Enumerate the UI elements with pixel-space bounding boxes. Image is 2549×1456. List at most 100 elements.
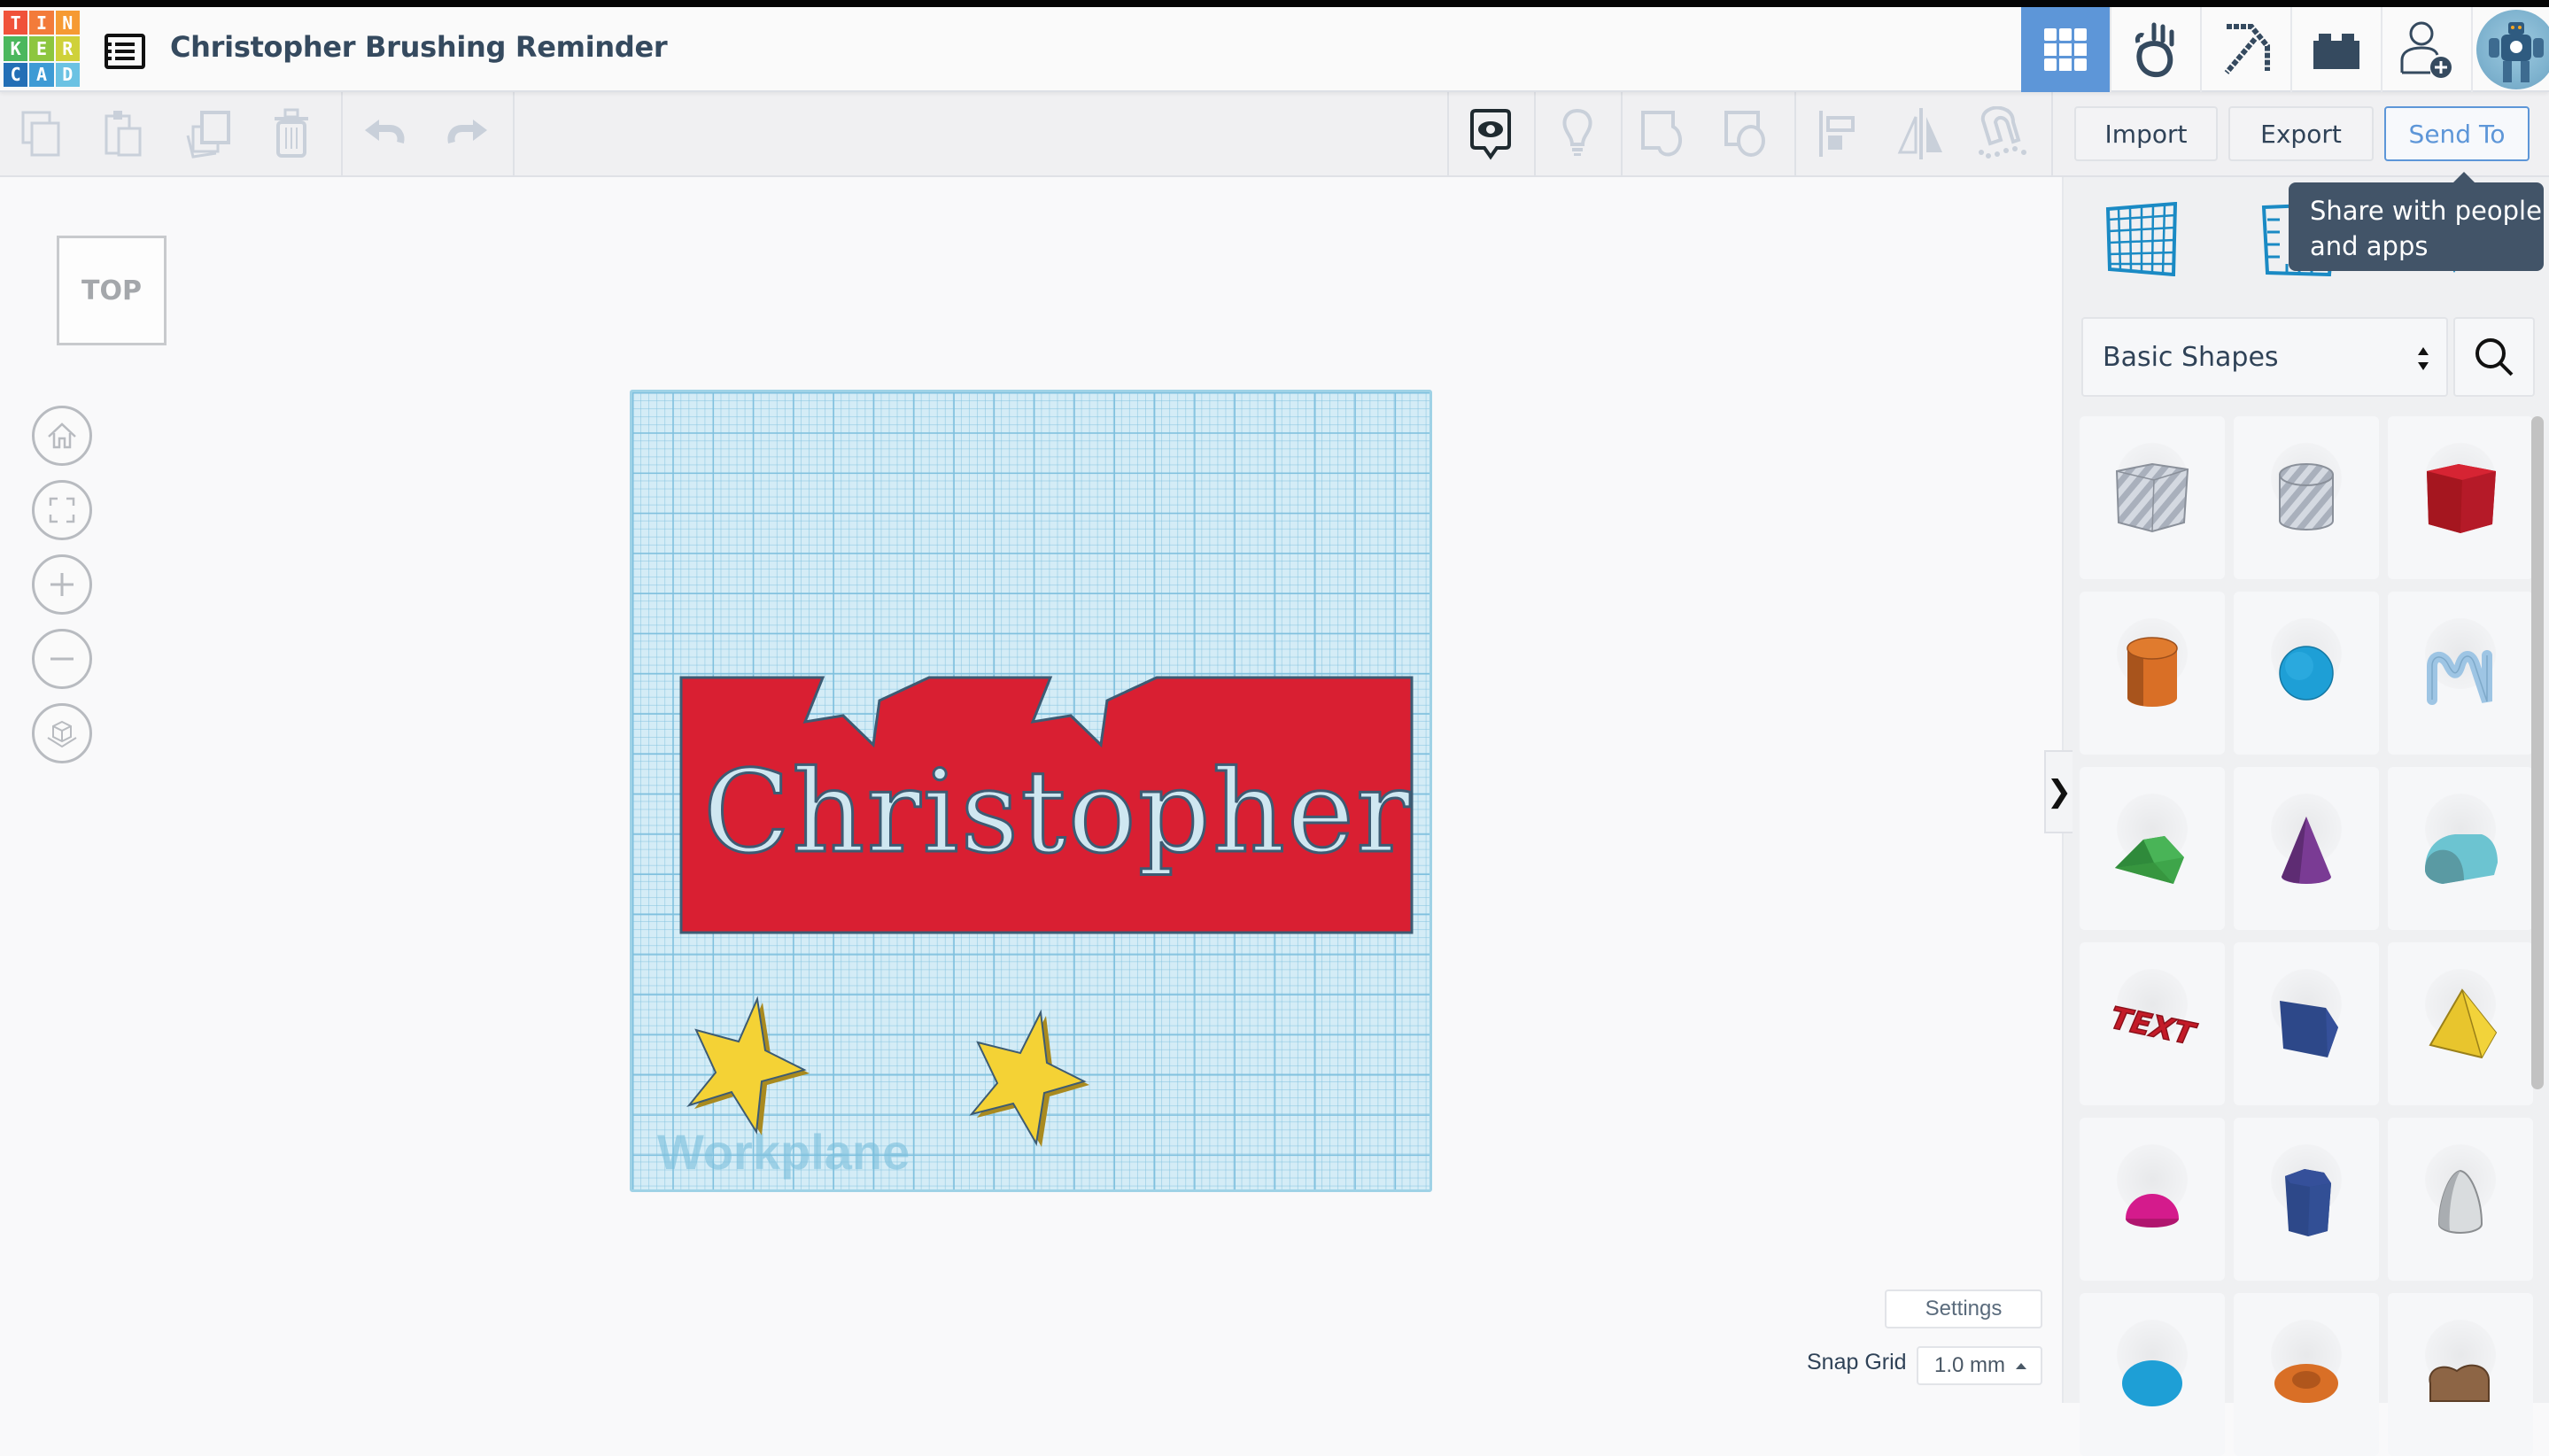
search-shapes-button[interactable] <box>2453 317 2535 397</box>
snap-grid-select[interactable]: 1.0 mm <box>1917 1346 2042 1385</box>
send-to-tooltip: Share with people and apps <box>2289 172 2544 271</box>
zoom-out-button[interactable] <box>32 629 92 689</box>
paste-button[interactable] <box>83 92 167 175</box>
star-right[interactable] <box>969 1009 1089 1147</box>
hexagonal-prism-icon <box>2285 1169 2331 1236</box>
shape-card-half-sphere[interactable] <box>2080 1118 2225 1281</box>
shape-card-sphere[interactable] <box>2234 592 2379 755</box>
project-title[interactable]: Christopher Brushing Reminder <box>170 30 668 64</box>
group-icon <box>1641 111 1682 157</box>
export-button[interactable]: Export <box>2228 106 2374 161</box>
send-to-button[interactable]: Send To <box>2384 106 2530 161</box>
shape-card-torus[interactable] <box>2080 1293 2225 1456</box>
zoom-in-button[interactable] <box>32 554 92 615</box>
shape-card-tube[interactable] <box>2234 1293 2379 1456</box>
light-tools <box>1536 92 1619 175</box>
align-button[interactable] <box>1796 92 1879 175</box>
shapes-panel: Basic Shapes TEXT <box>2062 177 2549 1456</box>
view-cube[interactable]: TOP <box>57 236 167 345</box>
os-top-bar <box>0 0 2549 7</box>
workplane[interactable]: Workplane Christopher <box>630 390 1432 1192</box>
robot-avatar-icon <box>2489 22 2544 82</box>
shape-card-heart[interactable] <box>2388 1293 2533 1456</box>
half-sphere-icon <box>2126 1194 2179 1228</box>
shape-card-pyramid[interactable] <box>2388 942 2533 1105</box>
show-notes-button[interactable] <box>1449 92 1532 175</box>
tinkercad-logo[interactable]: T I N K E R C A D <box>4 11 80 87</box>
shape-card-cylinder-hole[interactable] <box>2234 416 2379 579</box>
tab-3d-design[interactable] <box>2021 7 2111 92</box>
home-icon <box>48 422 76 449</box>
logo-letter: I <box>29 11 54 35</box>
shape-card-box[interactable] <box>2388 416 2533 579</box>
library-selected-label: Basic Shapes <box>2103 341 2279 373</box>
copy-button[interactable] <box>0 92 83 175</box>
tab-workplane[interactable] <box>2064 177 2220 301</box>
import-button[interactable]: Import <box>2074 106 2218 161</box>
scribble-icon <box>2427 650 2492 705</box>
group-button[interactable] <box>1623 92 1706 175</box>
undo-button[interactable] <box>343 92 426 175</box>
app-header: T I N K E R C A D Christopher Brushing R… <box>0 7 2549 92</box>
svg-text:TEXT: TEXT <box>2107 1000 2200 1053</box>
toolbar-divider <box>2051 92 2053 175</box>
redo-button[interactable] <box>426 92 509 175</box>
fit-all-button[interactable] <box>32 480 92 540</box>
plus-icon <box>50 573 74 596</box>
heart-icon <box>2429 1364 2490 1402</box>
duplicate-icon <box>186 111 230 159</box>
mirror-button[interactable] <box>1879 92 1963 175</box>
home-view-button[interactable] <box>32 406 92 466</box>
3d-viewport[interactable]: TOP Workplane Christopher Settings Snap … <box>0 177 2062 1403</box>
settings-button[interactable]: Settings <box>1885 1289 2042 1328</box>
select-updown-icon <box>2418 347 2429 370</box>
panel-scrollbar[interactable] <box>2531 416 2544 1089</box>
lightbulb-button[interactable] <box>1536 92 1619 175</box>
shape-card-box-hole[interactable] <box>2080 416 2225 579</box>
cube-view-icon <box>47 720 77 748</box>
fit-view-icon <box>49 497 75 523</box>
shape-card-roof[interactable] <box>2080 767 2225 930</box>
tab-lego-bricks[interactable] <box>2292 7 2382 92</box>
tab-minecraft[interactable] <box>2202 7 2292 92</box>
avatar[interactable] <box>2476 10 2549 89</box>
invite-user-button[interactable] <box>2382 7 2473 92</box>
christopher-text-shape[interactable]: Christopher <box>702 746 1412 880</box>
group-tools <box>1623 92 1789 175</box>
tab-codeblocks[interactable] <box>2111 7 2202 92</box>
shape-card-round-roof[interactable] <box>2388 767 2533 930</box>
cylinder-hole-icon <box>2279 463 2334 531</box>
logo-letter: C <box>4 62 28 87</box>
star-left[interactable] <box>686 995 810 1135</box>
shape-card-text[interactable]: TEXT <box>2080 942 2225 1105</box>
cruise-button[interactable] <box>1963 92 2046 175</box>
shape-card-paraboloid[interactable] <box>2388 1118 2533 1281</box>
ungroup-icon <box>1724 111 1765 157</box>
shape-card-polygon[interactable] <box>2234 942 2379 1105</box>
edit-tools <box>0 92 333 175</box>
shape-library-select[interactable]: Basic Shapes <box>2081 317 2448 397</box>
duplicate-button[interactable] <box>167 92 250 175</box>
tube-icon <box>2274 1364 2338 1403</box>
cone-icon <box>2282 817 2331 884</box>
ungroup-button[interactable] <box>1706 92 1789 175</box>
profile-menu[interactable] <box>2473 7 2549 92</box>
magnet-icon <box>1979 106 2026 159</box>
mode-tabs <box>2021 7 2549 92</box>
view-tools <box>1449 92 1532 175</box>
logo-letter: N <box>55 11 80 35</box>
collapse-panel-button[interactable]: ❯ <box>2044 750 2073 833</box>
shape-card-cylinder[interactable] <box>2080 592 2225 755</box>
undo-icon <box>365 120 405 143</box>
design-list-icon[interactable] <box>105 34 145 69</box>
shape-card-scribble[interactable] <box>2388 592 2533 755</box>
workplane-grid-icon <box>2105 202 2178 276</box>
shape-card-cone[interactable] <box>2234 767 2379 930</box>
delete-button[interactable] <box>250 92 333 175</box>
arrange-tools <box>1796 92 2046 175</box>
box-icon <box>2427 464 2496 533</box>
perspective-button[interactable] <box>32 703 92 763</box>
snap-grid-label: Snap Grid <box>1807 1350 1907 1375</box>
shape-card-hexagonal-prism[interactable] <box>2234 1118 2379 1281</box>
trash-icon <box>275 108 308 158</box>
